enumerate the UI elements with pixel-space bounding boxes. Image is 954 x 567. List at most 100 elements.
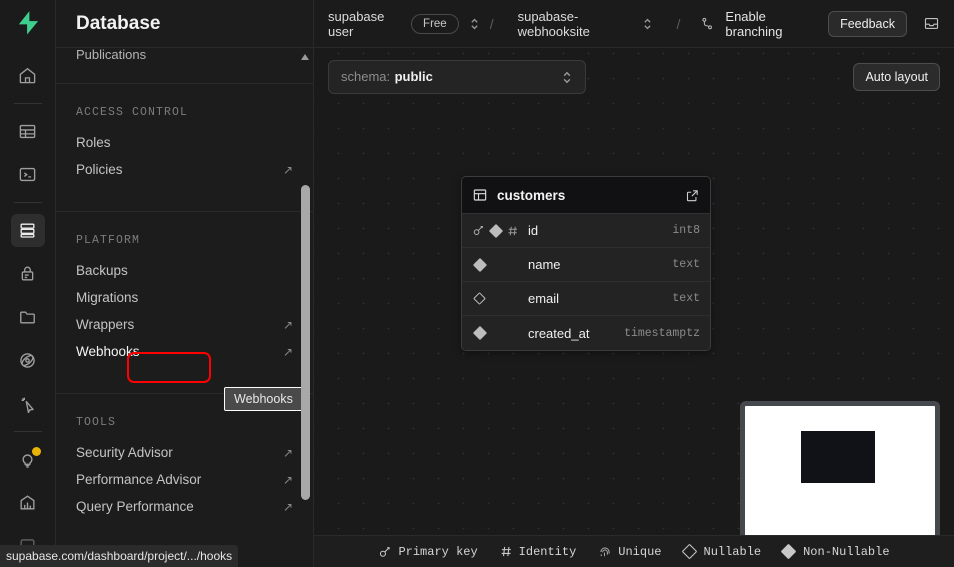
table-name: customers [497,187,566,203]
advisors-icon[interactable] [11,443,45,476]
top-breadcrumb-bar: supabase user Free / supabase-webhooksit… [314,0,954,48]
legend-label: Identity [518,544,577,559]
sidebar-item-label: Roles [76,135,111,150]
reports-icon[interactable] [11,486,45,519]
rail-divider [13,202,42,204]
non-nullable-icon [780,543,797,560]
org-name[interactable]: supabase user [328,9,401,39]
project-chevron-updown-icon[interactable] [642,16,653,32]
rail-divider [13,102,42,104]
table-row[interactable]: id int8 [462,214,710,248]
sidebar-heading-platform: PLATFORM [76,234,141,247]
storage-icon[interactable] [11,300,45,333]
sidebar-item-migrations[interactable]: Migrations [56,284,313,311]
plan-badge[interactable]: Free [411,13,459,34]
legend-item-identity: Identity [500,544,577,559]
table-row[interactable]: email text [462,282,710,316]
org-chevron-updown-icon[interactable] [469,16,480,32]
primary-key-icon [378,545,392,559]
inbox-icon[interactable] [923,15,940,32]
column-name: id [528,223,539,238]
supabase-logo[interactable] [0,0,56,47]
breadcrumb-separator: / [676,15,681,32]
column-type: text [672,292,700,305]
nullable-icon [473,292,486,305]
nullable-icon [681,543,697,560]
project-name[interactable]: supabase-webhooksite [518,9,632,39]
table-row[interactable]: name text [462,248,710,282]
sidebar-item-publications[interactable]: Publications [56,48,313,61]
table-node-header[interactable]: customers [462,177,710,214]
realtime-icon[interactable] [11,387,45,420]
sidebar-item-wrappers[interactable]: Wrappers ↗ [56,311,313,338]
legend-item-nullable: Nullable [681,543,762,560]
external-link-icon: ↗ [282,445,293,460]
status-bar-url: supabase.com/dashboard/project/.../hooks [0,545,239,567]
canvas-minimap[interactable] [740,401,940,535]
table-node-customers[interactable]: customers id int8 name text email text c… [461,176,711,351]
sidebar-item-performance-advisor[interactable]: Performance Advisor ↗ [56,466,313,493]
open-table-external-icon[interactable] [685,188,700,203]
sidebar-item-security-advisor[interactable]: Security Advisor ↗ [56,439,313,466]
minimap-node [801,431,875,483]
auto-layout-button[interactable]: Auto layout [853,63,940,91]
sidebar-heading-access-control: ACCESS CONTROL [76,106,189,119]
non-nullable-icon [488,223,504,238]
edge-functions-icon[interactable] [11,343,45,376]
schema-select[interactable]: schema: public [328,60,586,94]
column-name: name [528,257,561,272]
sidebar-section-truncated: Publications [56,48,313,83]
scroll-up-arrow-icon[interactable] [301,52,310,61]
external-link-icon: ↗ [282,499,293,514]
table-editor-icon[interactable] [11,115,45,148]
sidebar-item-label: Policies [76,162,123,177]
table-icon [472,187,488,203]
sidebar-title: Database [56,0,313,48]
column-flags [472,257,528,272]
sidebar-section-platform: PLATFORM Backups Migrations Wrappers ↗ W… [56,212,313,379]
feedback-button[interactable]: Feedback [828,10,907,37]
primary-key-icon [472,224,485,237]
identity-icon [507,225,519,237]
column-name: email [528,291,560,306]
sidebar-section-access-control: ACCESS CONTROL Roles Policies ↗ [56,84,313,197]
rail-divider [13,430,42,432]
sidebar-item-label: Migrations [76,290,139,305]
canvas-toolbar: schema: public Auto layout [314,48,954,106]
database-icon[interactable] [10,214,45,248]
scrollbar-thumb[interactable] [301,185,310,500]
advisors-badge [31,446,41,456]
legend-item-non-nullable: Non-Nullable [780,543,890,560]
schema-visualizer-canvas[interactable]: customers id int8 name text email text c… [314,48,954,535]
sidebar-item-label: Wrappers [76,317,135,332]
legend-label: Nullable [703,544,762,559]
column-type: int8 [672,224,700,237]
sidebar-scrollbar[interactable] [301,48,310,543]
main-area: supabase user Free / supabase-webhooksit… [314,0,954,567]
non-nullable-icon [472,325,488,341]
sidebar-item-query-performance[interactable]: Query Performance ↗ [56,493,313,520]
home-icon[interactable] [11,59,45,92]
column-name: created_at [528,325,590,341]
sidebar-item-roles[interactable]: Roles [56,129,313,156]
legend-label: Primary key [398,544,478,559]
sidebar-item-backups[interactable]: Backups [56,257,313,284]
branch-icon [700,16,715,31]
schema-select-label: schema: [341,69,391,84]
sql-editor-icon[interactable] [11,158,45,191]
schema-select-value: public [394,69,433,84]
sidebar-item-label: Security Advisor [76,445,173,460]
external-link-icon: ↗ [282,162,293,177]
authentication-icon[interactable] [11,257,45,290]
database-sidebar: Database Publications ACCESS CONTROL Rol… [56,0,314,567]
non-nullable-icon [472,257,488,272]
sidebar-item-policies[interactable]: Policies ↗ [56,156,313,183]
external-link-icon: ↗ [282,344,293,359]
enable-branching-button[interactable]: Enable branching [725,9,812,39]
column-flags [472,325,528,341]
table-row[interactable]: created_at timestamptz [462,316,710,350]
sidebar-item-label: Webhooks [76,344,140,359]
sidebar-item-webhooks[interactable]: Webhooks ↗ [56,338,313,365]
sidebar-scroll-area: Publications ACCESS CONTROL Roles Polici… [56,48,313,543]
legend-label: Unique [618,544,662,559]
